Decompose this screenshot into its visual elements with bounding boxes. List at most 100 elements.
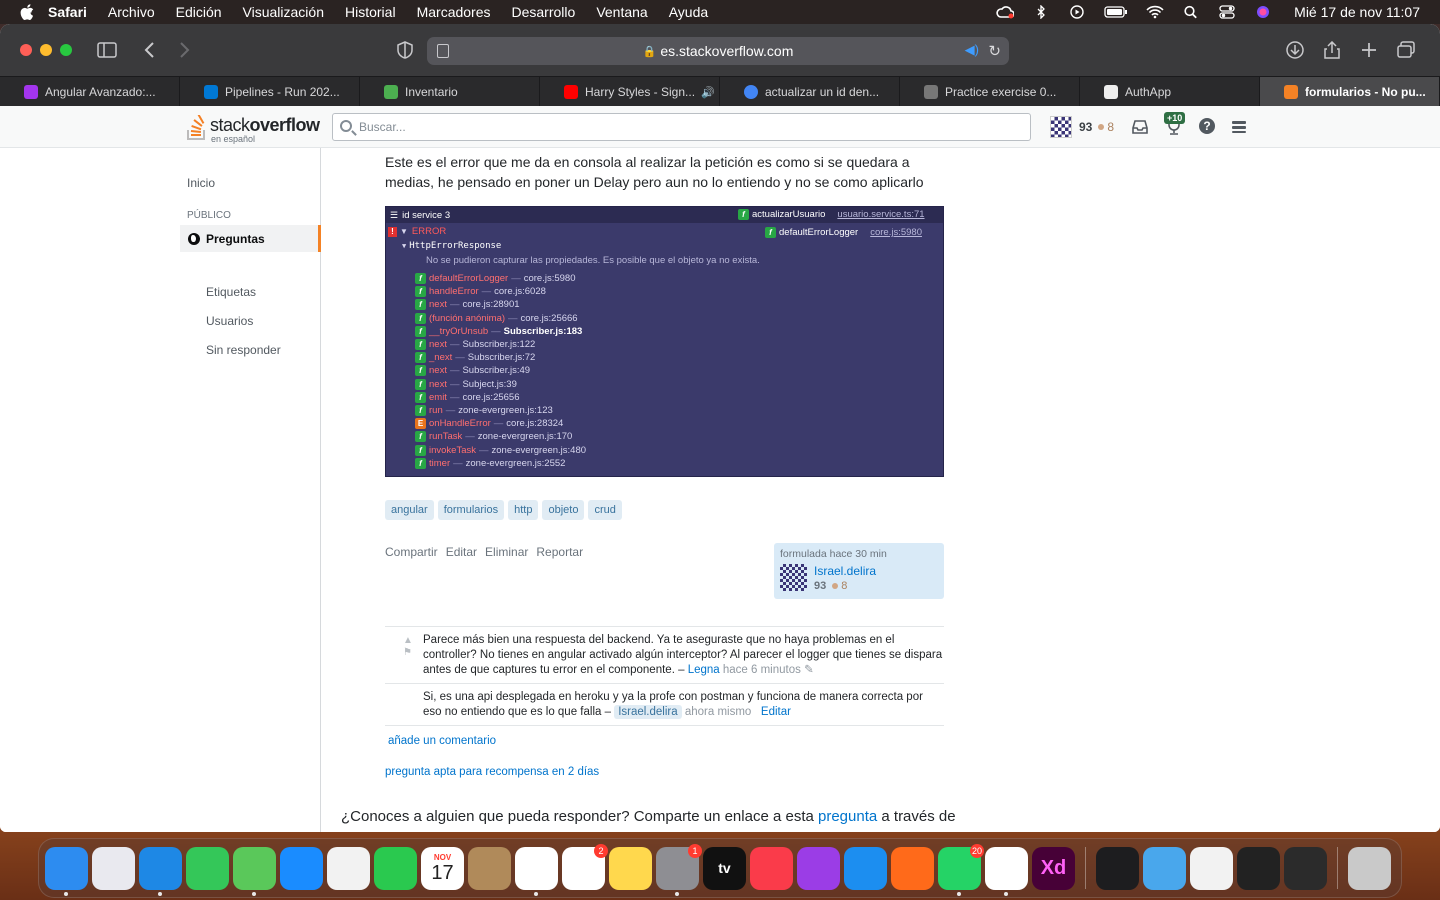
tab-overview-icon[interactable] <box>1396 41 1416 59</box>
stack-frame[interactable]: f handleError — core.js:6028 <box>415 286 546 298</box>
report-link[interactable]: Reportar <box>536 545 583 559</box>
tag-http[interactable]: http <box>508 500 539 520</box>
dock-podcasts-icon[interactable] <box>797 846 840 890</box>
tag-objeto[interactable]: objeto <box>542 500 585 520</box>
tab-pipelines[interactable]: Pipelines - Run 202... <box>180 77 360 107</box>
nav-home[interactable]: Inicio <box>187 176 215 190</box>
edit-comment-link[interactable]: Editar <box>761 706 791 718</box>
dock-whatsapp-icon[interactable]: 20 <box>938 843 984 896</box>
nav-questions[interactable]: Preguntas <box>180 225 321 252</box>
nav-tags[interactable]: Etiquetas <box>206 285 256 299</box>
so-logo[interactable]: stackoverflow en español <box>186 112 326 144</box>
creative-cloud-icon[interactable] <box>996 5 1015 19</box>
site-switcher-icon[interactable] <box>1230 118 1248 136</box>
help-icon[interactable]: ? <box>1199 118 1215 134</box>
stack-frame[interactable]: f next — core.js:28901 <box>415 299 520 311</box>
bounty-eligible-link[interactable]: pregunta apta para recompensa en 2 días <box>385 766 599 778</box>
flag-comment-icon[interactable]: ⚑ <box>403 647 412 658</box>
dock-messages-icon[interactable] <box>186 846 229 890</box>
menu-clock[interactable]: Mié 17 de nov 11:07 <box>1294 4 1420 20</box>
dock-chrome-icon[interactable] <box>985 846 1028 896</box>
tab-practice-exercise[interactable]: Practice exercise 0... <box>900 77 1080 107</box>
dock-window-terminal-icon[interactable] <box>1237 846 1280 890</box>
dock-music-icon[interactable] <box>750 846 793 890</box>
stack-frame[interactable]: f runTask — zone-evergreen.js:170 <box>415 431 572 443</box>
inbox-icon[interactable] <box>1131 118 1149 136</box>
back-icon[interactable] <box>140 41 160 59</box>
author-name[interactable]: Israel.delira <box>814 564 876 578</box>
downloads-icon[interactable] <box>1285 41 1305 59</box>
search-box[interactable] <box>332 113 1031 141</box>
edit-link[interactable]: Editar <box>446 545 477 559</box>
menu-ventana[interactable]: Ventana <box>596 4 647 20</box>
stack-frame[interactable]: f run — zone-evergreen.js:123 <box>415 405 553 416</box>
tab-youtube[interactable]: Harry Styles - Sign... 🔊 <box>540 77 720 107</box>
stack-frame[interactable]: f next — Subscriber.js:49 <box>415 365 530 377</box>
upvote-comment-icon[interactable]: ▲ <box>403 635 413 646</box>
play-icon[interactable] <box>1068 5 1086 19</box>
reload-icon[interactable]: ↻ <box>988 42 1001 60</box>
comment-author[interactable]: Israel.delira <box>614 705 682 719</box>
share-icon[interactable] <box>1322 41 1342 59</box>
comment-time[interactable]: ahora mismo <box>685 706 751 718</box>
stack-frame[interactable]: f emit — core.js:25656 <box>415 391 520 403</box>
menu-visualizacion[interactable]: Visualización <box>243 4 324 20</box>
dock-finder-icon[interactable] <box>45 846 88 896</box>
sidebar-toggle-icon[interactable] <box>97 41 117 59</box>
avatar[interactable] <box>1050 116 1072 138</box>
wifi-icon[interactable] <box>1146 5 1164 19</box>
privacy-shield-icon[interactable] <box>395 41 415 59</box>
reader-view-icon[interactable] <box>437 44 449 58</box>
new-tab-icon[interactable] <box>1359 41 1379 59</box>
asked-time[interactable]: formulada hace 30 min <box>780 548 938 560</box>
author-avatar[interactable] <box>780 564 807 591</box>
stack-frame[interactable]: f timer — zone-evergreen.js:2552 <box>415 457 565 469</box>
menu-edicion[interactable]: Edición <box>176 4 222 20</box>
tab-angular-avanzado[interactable]: Angular Avanzado:... <box>0 77 180 107</box>
speaker-icon[interactable]: 🔊 <box>701 86 715 99</box>
stack-frame[interactable]: f _next — Subscriber.js:72 <box>415 352 535 364</box>
stack-frame[interactable]: f __tryOrUnsub — Subscriber.js:183 <box>415 325 582 337</box>
dock-window-whatsapp-icon[interactable] <box>1284 846 1327 890</box>
menu-marcadores[interactable]: Marcadores <box>417 4 491 20</box>
menu-app-safari[interactable]: Safari <box>48 4 87 20</box>
dock-reminders-icon[interactable]: 2 <box>562 843 608 890</box>
stack-frame[interactable]: f invokeTask — zone-evergreen.js:480 <box>415 444 586 456</box>
dock-photos-icon[interactable] <box>327 846 370 890</box>
user-card[interactable]: 93 8 <box>1050 116 1114 138</box>
close-window-button[interactable] <box>20 44 32 56</box>
tag-crud[interactable]: crud <box>588 500 622 520</box>
dock-apple-tv-icon[interactable]: tv <box>703 846 746 890</box>
dock-calendar-icon[interactable]: NOV 17 <box>421 846 464 890</box>
stack-frame[interactable]: f defaultErrorLogger — core.js:5980 <box>415 273 575 284</box>
minimize-window-button[interactable] <box>40 44 52 56</box>
tag-angular[interactable]: angular <box>385 500 434 520</box>
tab-inventario[interactable]: Inventario <box>360 77 540 107</box>
dock-facetime-icon[interactable] <box>374 846 417 890</box>
menu-historial[interactable]: Historial <box>345 4 396 20</box>
comment-author[interactable]: Legna <box>688 664 720 676</box>
stack-frame[interactable]: EonHandleError — core.js:28324 <box>415 418 563 430</box>
zoom-window-button[interactable] <box>60 44 72 56</box>
search-input[interactable] <box>359 120 1030 134</box>
dock-app-store-icon[interactable] <box>844 846 887 890</box>
apple-menu-icon[interactable] <box>20 4 34 20</box>
battery-icon[interactable] <box>1104 5 1128 19</box>
tab-google[interactable]: actualizar un id den... <box>720 77 900 107</box>
dock-downloads-folder-icon[interactable] <box>1143 846 1186 890</box>
dock-mail-icon[interactable] <box>280 846 323 890</box>
url-text[interactable]: es.stackoverflow.com <box>660 43 793 59</box>
comment-time[interactable]: hace 6 minutos <box>723 664 801 676</box>
menu-archivo[interactable]: Archivo <box>108 4 155 20</box>
dock-safari-icon[interactable] <box>139 846 182 896</box>
dock-pencil-app-icon[interactable] <box>891 846 934 890</box>
spotlight-search-icon[interactable] <box>1182 5 1200 19</box>
dock-launchpad-icon[interactable] <box>92 846 135 890</box>
share-question-link[interactable]: pregunta <box>818 808 877 825</box>
dock-maps-icon[interactable] <box>233 846 276 896</box>
forward-icon[interactable] <box>174 41 194 59</box>
address-bar[interactable]: 🔒 es.stackoverflow.com ◀) ↻ <box>427 37 1009 65</box>
stack-frame[interactable]: f next — Subscriber.js:122 <box>415 339 535 350</box>
add-comment-link[interactable]: añade un comentario <box>388 735 496 747</box>
nav-users[interactable]: Usuarios <box>206 314 253 328</box>
